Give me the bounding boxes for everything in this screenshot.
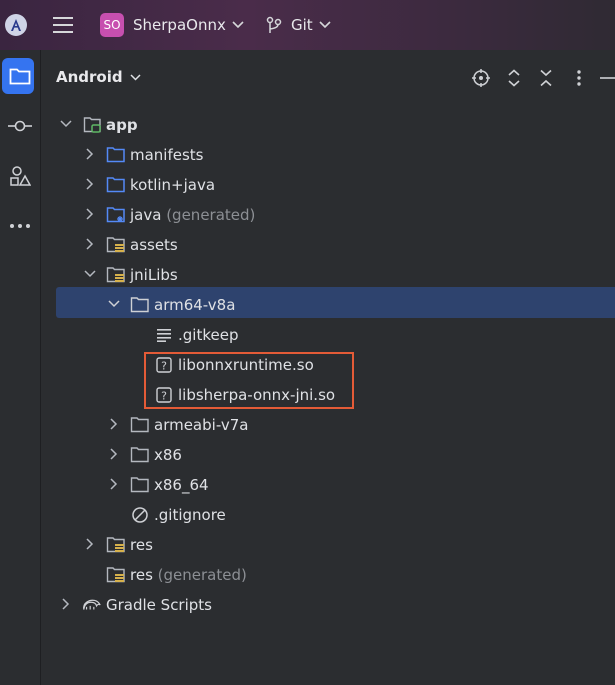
git-branch-icon <box>266 16 282 33</box>
generated-source-folder-icon <box>106 205 126 225</box>
expand-all-button[interactable] <box>503 66 525 90</box>
options-button[interactable] <box>568 66 590 90</box>
collapse-arrow-icon[interactable] <box>106 296 122 312</box>
collapse-all-icon <box>540 69 552 87</box>
annotation-highlight-box <box>144 352 354 409</box>
folder-icon <box>130 295 150 315</box>
hide-panel-button[interactable] <box>597 66 615 90</box>
tree-item-label[interactable]: x86 <box>154 445 182 465</box>
expand-arrow-icon[interactable] <box>58 596 74 612</box>
expand-arrow-icon[interactable] <box>82 146 98 162</box>
collapse-arrow-icon[interactable] <box>58 116 74 132</box>
project-badge: SO <box>100 13 124 37</box>
vcs-selector[interactable]: Git <box>266 0 331 50</box>
tree-item-label[interactable]: arm64-v8a <box>154 295 235 315</box>
tool-window-strip <box>0 50 41 685</box>
ignore-file-icon <box>130 505 150 525</box>
tree-item-label[interactable]: app <box>106 115 138 135</box>
title-bar: SO SherpaOnnx Git <box>0 0 615 50</box>
folder-icon <box>130 475 150 495</box>
project-tool-icon-wrap[interactable] <box>0 57 40 95</box>
shapes-icon <box>10 166 31 186</box>
tree-item-label[interactable]: Gradle Scripts <box>106 595 212 615</box>
panel-header: Android <box>41 50 615 106</box>
tree-item-label[interactable]: res (generated) <box>130 565 247 585</box>
folder-icon <box>130 445 150 465</box>
more-horizontal-icon <box>10 224 30 228</box>
hamburger-icon <box>53 17 73 33</box>
tree-item-label[interactable]: assets <box>130 235 178 255</box>
module-folder-icon <box>83 115 103 135</box>
tree-item-label[interactable]: manifests <box>130 145 204 165</box>
resource-folder-icon <box>106 535 126 555</box>
main-menu-button[interactable] <box>52 0 74 50</box>
project-selector[interactable]: SO SherpaOnnx <box>100 0 244 50</box>
expand-all-icon <box>508 69 520 87</box>
gradle-icon <box>82 595 102 615</box>
tree-item-label[interactable]: .gitkeep <box>178 325 238 345</box>
crosshair-icon <box>472 69 490 87</box>
expand-arrow-icon[interactable] <box>82 176 98 192</box>
view-selector[interactable]: Android <box>56 68 141 86</box>
more-vertical-icon <box>577 70 581 86</box>
text-file-icon <box>154 325 174 345</box>
view-selector-label: Android <box>56 68 123 86</box>
tree-item-label[interactable]: .gitignore <box>154 505 226 525</box>
tree-item-label[interactable]: armeabi-v7a <box>154 415 248 435</box>
vcs-label: Git <box>291 16 313 34</box>
more-tools-button[interactable] <box>0 207 40 245</box>
tree-item-label[interactable]: jniLibs <box>130 265 178 285</box>
commit-icon <box>8 120 32 132</box>
expand-arrow-icon[interactable] <box>82 206 98 222</box>
chevron-down-icon <box>319 21 331 29</box>
tree-item-label[interactable]: x86_64 <box>154 475 209 495</box>
expand-arrow-icon[interactable] <box>106 476 122 492</box>
resource-folder-icon <box>106 565 126 585</box>
expand-arrow-icon[interactable] <box>106 446 122 462</box>
folder-icon <box>106 175 126 195</box>
expand-arrow-icon[interactable] <box>82 236 98 252</box>
commit-tool-button[interactable] <box>0 107 40 145</box>
tree-item-label[interactable]: res <box>130 535 153 555</box>
tree-item-label[interactable]: java (generated) <box>130 205 255 225</box>
folder-icon <box>106 145 126 165</box>
chevron-down-icon <box>130 73 141 81</box>
android-studio-logo-icon[interactable] <box>5 14 27 36</box>
structure-tool-button[interactable] <box>0 157 40 195</box>
select-opened-file-button[interactable] <box>470 66 492 90</box>
resource-folder-icon <box>106 235 126 255</box>
expand-arrow-icon[interactable] <box>82 536 98 552</box>
collapse-all-button[interactable] <box>535 66 557 90</box>
minimize-icon <box>600 77 615 79</box>
folder-icon <box>130 415 150 435</box>
resource-folder-icon <box>106 265 126 285</box>
chevron-down-icon <box>232 21 244 29</box>
expand-arrow-icon[interactable] <box>106 416 122 432</box>
project-name: SherpaOnnx <box>133 16 226 34</box>
tree-item-label[interactable]: kotlin+java <box>130 175 215 195</box>
collapse-arrow-icon[interactable] <box>82 266 98 282</box>
folder-icon <box>9 68 31 85</box>
